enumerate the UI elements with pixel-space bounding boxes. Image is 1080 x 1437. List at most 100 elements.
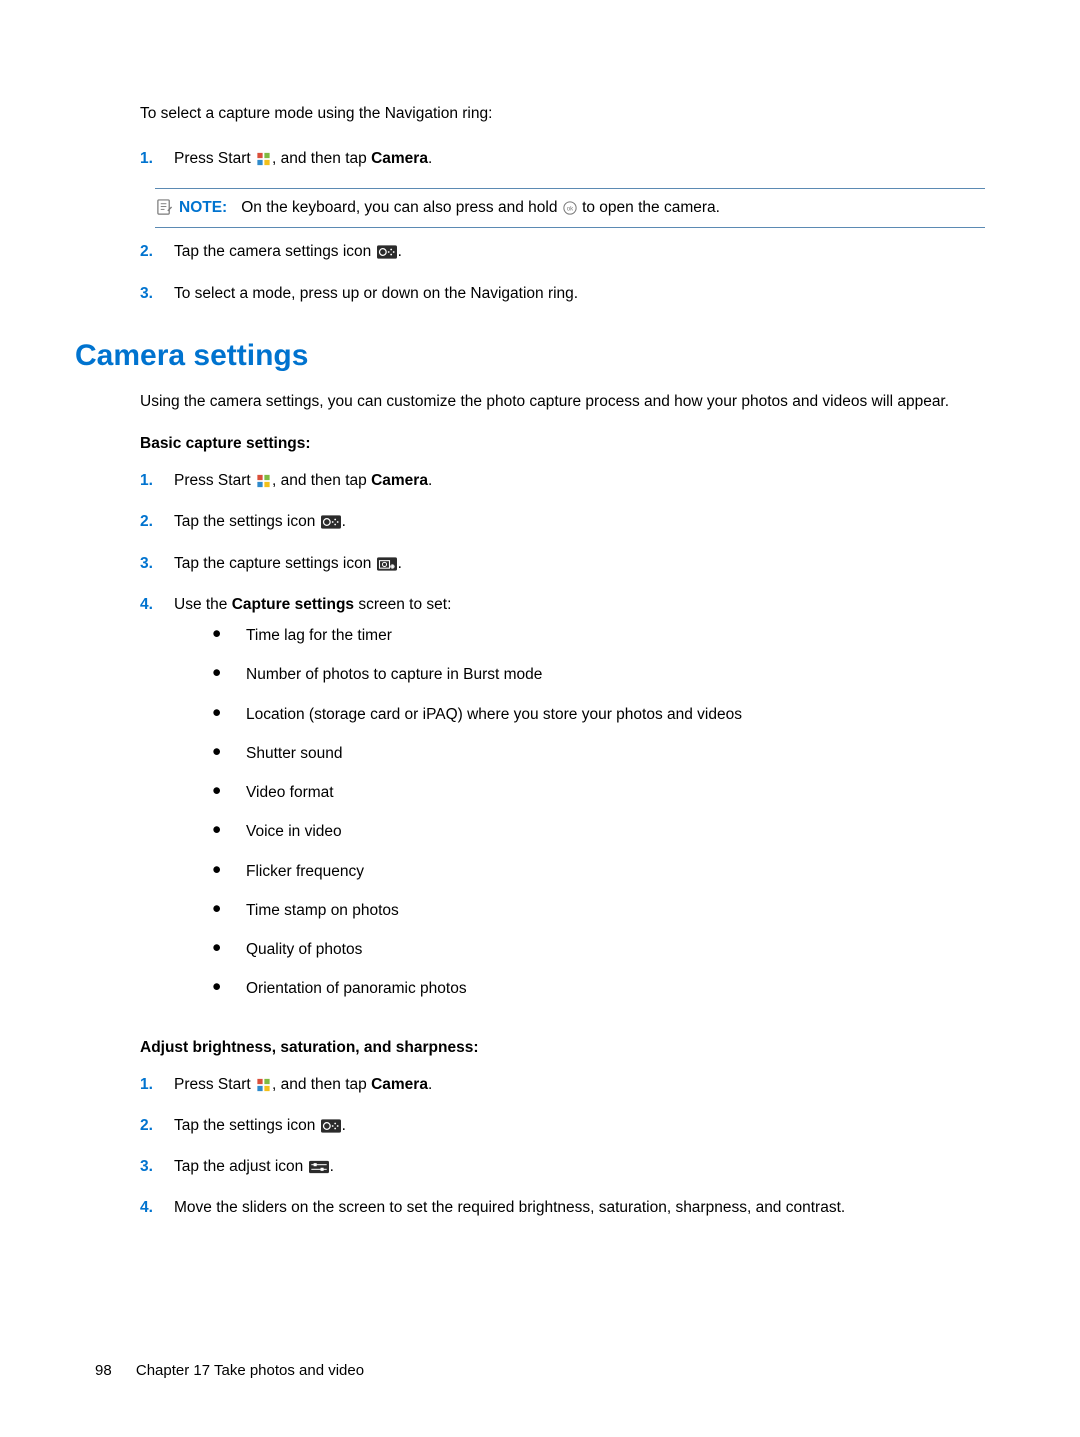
bullet-item: ●Video format — [212, 781, 985, 804]
heading-camera-settings: Camera settings — [75, 339, 985, 373]
bullet-item: ●Voice in video — [212, 820, 985, 843]
start-icon — [256, 152, 271, 166]
intro-text: To select a capture mode using the Navig… — [140, 105, 985, 123]
adjust-step-2: 2. Tap the settings icon . — [140, 1114, 985, 1137]
text: Tap the settings icon — [174, 513, 320, 530]
basic-step-3: 3. Tap the capture settings icon . — [140, 552, 985, 575]
bullet-text: Location (storage card or iPAQ) where yo… — [246, 703, 742, 726]
step-number: 4. — [140, 1196, 174, 1219]
bullet-item: ●Location (storage card or iPAQ) where y… — [212, 703, 985, 726]
step-body: Press Start , and then tap Camera. — [174, 469, 985, 492]
bullet-text: Quality of photos — [246, 938, 362, 961]
adjust-step-3: 3. Tap the adjust icon . — [140, 1155, 985, 1178]
step-body: To select a mode, press up or down on th… — [174, 282, 985, 305]
step-body: Press Start , and then tap Camera. — [174, 147, 985, 170]
bullet-item: ●Time stamp on photos — [212, 899, 985, 922]
bullet-text: Voice in video — [246, 820, 342, 843]
step-number: 3. — [140, 1155, 174, 1178]
bullet-text: Video format — [246, 781, 334, 804]
text: Tap the capture settings icon — [174, 555, 376, 572]
chapter-title: Chapter 17 Take photos and video — [136, 1362, 364, 1379]
bullet-icon: ● — [212, 742, 246, 762]
bullet-icon: ● — [212, 624, 246, 644]
text: Use the — [174, 596, 232, 613]
capture-settings-icon — [377, 557, 397, 571]
text: . — [428, 150, 432, 167]
basic-steps-list: 1. Press Start , and then tap Camera. 2.… — [140, 469, 985, 1017]
step-number: 1. — [140, 1073, 174, 1096]
text: . — [342, 513, 346, 530]
camera-label: Camera — [371, 1076, 428, 1093]
text: On the keyboard, you can also press and … — [241, 199, 562, 216]
step-number: 1. — [140, 147, 174, 170]
step-body: Press Start , and then tap Camera. — [174, 1073, 985, 1096]
bullet-icon: ● — [212, 781, 246, 801]
start-icon — [256, 1078, 271, 1092]
camera-label: Camera — [371, 472, 428, 489]
bullet-icon: ● — [212, 663, 246, 683]
text: Tap the camera settings icon — [174, 243, 376, 260]
bullet-item: ●Quality of photos — [212, 938, 985, 961]
capture-settings-label: Capture settings — [232, 596, 354, 613]
bullet-item: ●Number of photos to capture in Burst mo… — [212, 663, 985, 686]
text: Press Start — [174, 150, 255, 167]
step-number: 2. — [140, 510, 174, 533]
step-body: Tap the camera settings icon . — [174, 240, 985, 263]
step-number: 2. — [140, 1114, 174, 1137]
bullet-icon: ● — [212, 977, 246, 997]
bullet-text: Orientation of panoramic photos — [246, 977, 467, 1000]
step-2: 2. Tap the camera settings icon . — [140, 240, 985, 263]
note-callout: NOTE: On the keyboard, you can also pres… — [155, 188, 985, 228]
text: Tap the adjust icon — [174, 1158, 308, 1175]
document-page: To select a capture mode using the Navig… — [0, 0, 1080, 1220]
section-intro: Using the camera settings, you can custo… — [140, 391, 985, 413]
text: Tap the settings icon — [174, 1117, 320, 1134]
settings-icon — [321, 1119, 341, 1133]
top-steps-list-cont: 2. Tap the camera settings icon . 3. To … — [140, 240, 985, 305]
basic-step-1: 1. Press Start , and then tap Camera. — [140, 469, 985, 492]
text: Adjust brightness, saturation, and sharp… — [140, 1039, 473, 1056]
text: to open the camera. — [578, 199, 720, 216]
step-body: Tap the capture settings icon . — [174, 552, 985, 575]
note-icon — [156, 199, 173, 216]
bullet-item: ●Time lag for the timer — [212, 624, 985, 647]
start-icon — [256, 474, 271, 488]
bullet-icon: ● — [212, 899, 246, 919]
colon: : — [305, 435, 310, 452]
bullet-icon: ● — [212, 820, 246, 840]
step-1: 1. Press Start , and then tap Camera. — [140, 147, 985, 170]
adjust-step-4: 4. Move the sliders on the screen to set… — [140, 1196, 985, 1219]
step-number: 4. — [140, 593, 174, 616]
text: Press Start — [174, 1076, 255, 1093]
adjust-steps-list: 1. Press Start , and then tap Camera. 2.… — [140, 1073, 985, 1220]
bullet-item: ●Flicker frequency — [212, 860, 985, 883]
text: Press Start — [174, 472, 255, 489]
bullet-icon: ● — [212, 938, 246, 958]
page-footer: 98 Chapter 17 Take photos and video — [95, 1362, 364, 1379]
settings-icon — [321, 515, 341, 529]
step-body: Tap the settings icon . — [174, 1114, 985, 1137]
bullet-item: ●Shutter sound — [212, 742, 985, 765]
text: . — [428, 1076, 432, 1093]
subhead-adjust: Adjust brightness, saturation, and sharp… — [140, 1039, 985, 1057]
adjust-step-1: 1. Press Start , and then tap Camera. — [140, 1073, 985, 1096]
text: . — [398, 555, 402, 572]
capture-settings-bullets: ●Time lag for the timer ●Number of photo… — [212, 624, 985, 1001]
text: , and then tap — [272, 150, 371, 167]
step-number: 1. — [140, 469, 174, 492]
text: . — [428, 472, 432, 489]
bullet-icon: ● — [212, 860, 246, 880]
text: Basic capture settings — [140, 435, 305, 452]
text: . — [342, 1117, 346, 1134]
ok-icon — [563, 201, 577, 215]
basic-step-2: 2. Tap the settings icon . — [140, 510, 985, 533]
bullet-text: Flicker frequency — [246, 860, 364, 883]
step-body: Tap the adjust icon . — [174, 1155, 985, 1178]
note-text: On the keyboard, you can also press and … — [241, 199, 720, 217]
page-number: 98 — [95, 1362, 112, 1379]
text: , and then tap — [272, 472, 371, 489]
step-number: 3. — [140, 552, 174, 575]
basic-step-4: 4. Use the Capture settings screen to se… — [140, 593, 985, 1017]
text: screen to set: — [354, 596, 451, 613]
adjust-icon — [309, 1160, 329, 1174]
